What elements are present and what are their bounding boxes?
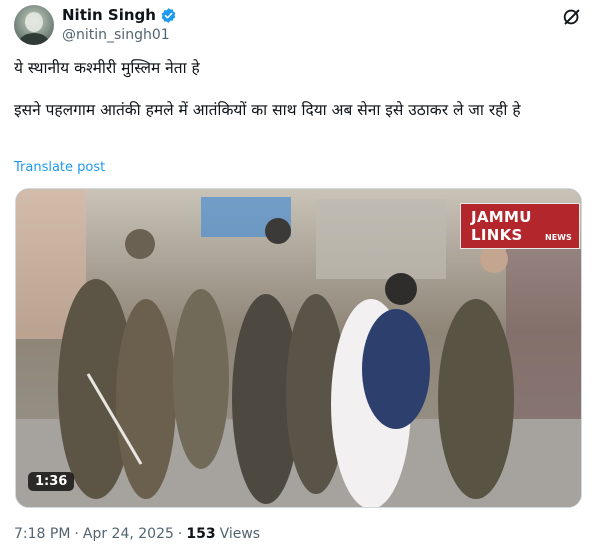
post: Nitin Singh @nitin_singh01 ये स्थानीय कश… — [0, 0, 594, 554]
author-name[interactable]: Nitin Singh — [62, 6, 156, 24]
post-meta: 7:18 PM · Apr 24, 2025 · 153 Views — [14, 526, 260, 542]
post-time[interactable]: 7:18 PM — [14, 526, 70, 542]
video-duration: 1:36 — [28, 472, 75, 491]
avatar[interactable] — [14, 5, 54, 45]
channel-logo-subtext: NEWS — [545, 233, 572, 242]
meta-separator: · — [74, 526, 79, 542]
verified-badge-icon — [161, 7, 176, 23]
video-player[interactable]: JAMMU LINKS NEWS 1:36 — [15, 188, 582, 508]
views-label: Views — [219, 526, 261, 542]
views-count: 153 — [186, 526, 216, 542]
meta-separator: · — [177, 526, 183, 542]
translate-post-link[interactable]: Translate post — [14, 160, 105, 175]
channel-logo: JAMMU LINKS NEWS — [460, 203, 580, 249]
grok-icon[interactable] — [561, 6, 583, 28]
post-date[interactable]: Apr 24, 2025 — [83, 526, 174, 542]
author-handle[interactable]: @nitin_singh01 — [62, 27, 170, 43]
tweet-text: ये स्थानीय कश्मीरी मुस्लिम नेता हे इसने … — [14, 59, 521, 119]
